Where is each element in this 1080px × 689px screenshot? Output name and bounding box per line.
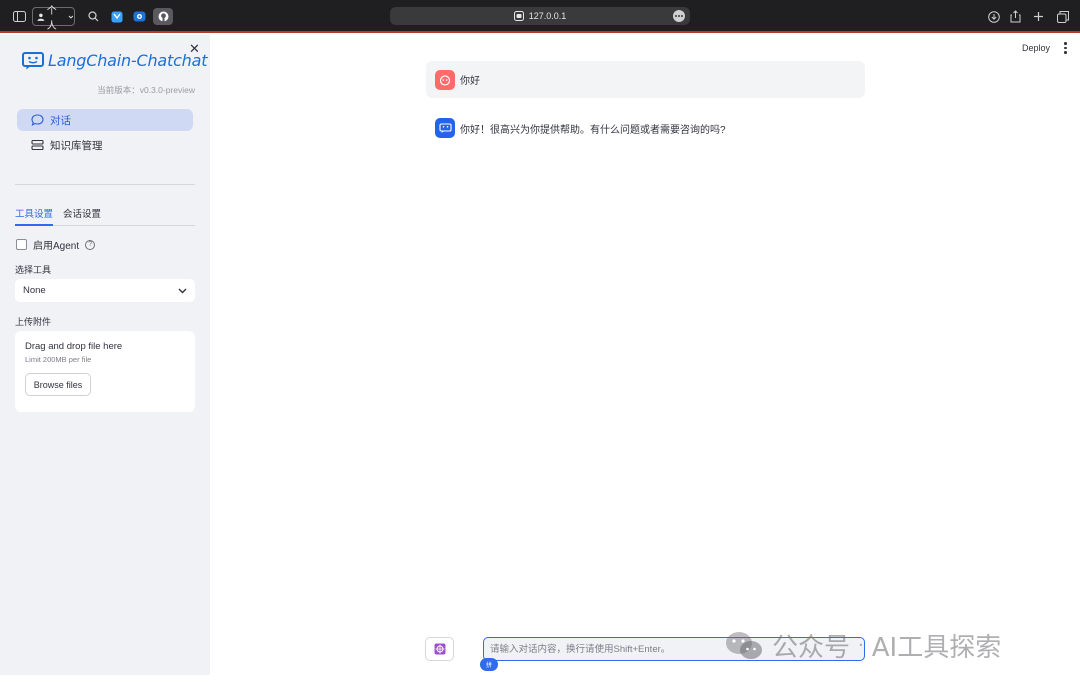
app-logo: LangChain-Chatchat xyxy=(22,51,208,70)
help-icon[interactable]: ? xyxy=(85,239,96,250)
nav-item-chat[interactable]: 对话 xyxy=(17,109,193,131)
github-icon[interactable] xyxy=(153,8,173,25)
more-options-icon[interactable] xyxy=(673,10,685,22)
extension-eye-icon[interactable] xyxy=(131,8,148,25)
extension-shield-icon[interactable] xyxy=(108,8,125,25)
url-text: 127.0.0.1 xyxy=(528,11,567,21)
settings-tabs: 工具设置 会话设置 xyxy=(15,205,195,226)
chevron-down-icon xyxy=(68,15,74,19)
nav-item-label: 对话 xyxy=(50,114,71,127)
watermark-text-b: AI工具探索 xyxy=(871,633,1002,663)
tab-overview-icon[interactable] xyxy=(1054,8,1071,25)
divider xyxy=(15,184,195,185)
download-icon[interactable] xyxy=(985,8,1002,25)
message-text: 你好！很高兴为你提供帮助。有什么问题或者需要咨询的吗? xyxy=(460,124,726,136)
assistant-avatar xyxy=(435,118,455,138)
tab-tool-settings[interactable]: 工具设置 xyxy=(15,205,54,226)
user-avatar xyxy=(435,69,455,90)
robot-chat-icon xyxy=(438,122,452,133)
nav-item-knowledge-base[interactable]: 知识库管理 xyxy=(17,134,193,156)
browser-toolbar: 个人 127.0.0.1 xyxy=(0,0,1080,33)
person-icon xyxy=(37,13,45,21)
face-icon xyxy=(439,74,451,86)
agent-checkbox-label[interactable]: 启用Agent xyxy=(33,237,79,252)
browse-files-button[interactable]: Browse files xyxy=(25,373,91,396)
nav-item-label: 知识库管理 xyxy=(50,139,103,152)
profile-switcher[interactable]: 个人 xyxy=(32,6,75,32)
robot-chat-icon xyxy=(22,51,44,69)
tool-select-value: None xyxy=(23,285,46,296)
agent-checkbox[interactable] xyxy=(16,239,27,250)
message-text: 你好 xyxy=(460,76,480,87)
file-uploader-dropzone[interactable]: Drag and drop file here Limit 200MB per … xyxy=(15,331,195,412)
upload-label: 上传附件 xyxy=(15,317,52,327)
chat-bubble-icon xyxy=(31,114,44,126)
chat-message-assistant: 你好！很高兴为你提供帮助。有什么问题或者需要咨询的吗? xyxy=(426,117,865,139)
agent-toggle-row: 启用Agent ? xyxy=(16,237,96,252)
upload-title: Drag and drop file here xyxy=(25,341,123,352)
tab-session-settings[interactable]: 会话设置 xyxy=(63,205,101,226)
deploy-button[interactable]: Deploy xyxy=(1022,43,1050,53)
share-icon[interactable] xyxy=(1007,8,1024,25)
wechat-icon xyxy=(726,631,762,659)
sidebar-toggle-icon[interactable] xyxy=(11,8,28,25)
profile-label: 个人 xyxy=(46,5,57,32)
tool-select-label: 选择工具 xyxy=(15,265,52,275)
database-icon xyxy=(31,139,44,151)
watermark-separator: · xyxy=(858,635,864,656)
address-bar[interactable]: 127.0.0.1 xyxy=(390,7,690,25)
tools-menu-button[interactable] xyxy=(425,637,454,661)
main-menu-icon[interactable] xyxy=(1064,42,1067,54)
version-label: 当前版本：v0.3.0-preview xyxy=(97,85,195,95)
new-tab-icon[interactable] xyxy=(1030,8,1047,25)
site-icon xyxy=(513,11,524,21)
search-icon[interactable] xyxy=(85,8,102,25)
ime-indicator: 拼 xyxy=(480,658,498,671)
logo-text: LangChain-Chatchat xyxy=(48,51,208,70)
emoji-panel-icon xyxy=(434,643,445,655)
chat-message-user: 你好 xyxy=(426,61,865,98)
watermark-text-a: 公众号 xyxy=(772,633,851,663)
chevron-down-icon xyxy=(178,288,187,293)
upload-limit: Limit 200MB per file xyxy=(25,355,92,364)
sidebar: ✕ LangChain-Chatchat 当前版本：v0.3.0-preview… xyxy=(0,35,210,675)
watermark: 公众号 · AI工具探索 xyxy=(724,627,1001,664)
tool-select[interactable]: None xyxy=(15,279,195,302)
